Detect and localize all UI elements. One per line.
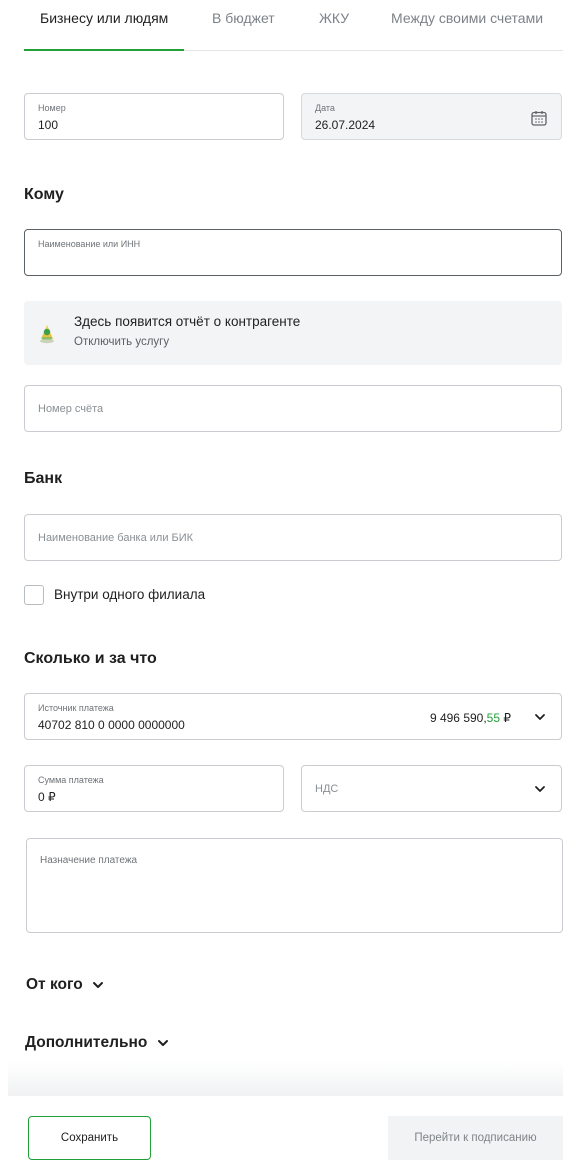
account-number-placeholder: Номер счёта [38, 402, 104, 415]
payment-section-title: Сколько и за что [24, 650, 157, 667]
tab-budget[interactable]: В бюджет [212, 10, 275, 26]
disable-service-link[interactable]: Отключить услугу [74, 336, 169, 348]
recipient-name-inn-field[interactable]: Наименование или ИНН [24, 229, 562, 276]
bank-name-bik-placeholder: Наименование банка или БИК [38, 531, 194, 544]
counterparty-report-banner: Здесь появится отчёт о контрагенте Отклю… [24, 301, 562, 365]
from-whom-toggle[interactable]: От кого [26, 976, 105, 994]
counterparty-report-icon [40, 325, 54, 344]
balance-main: 9 496 590, [429, 711, 487, 725]
tab-own-accounts[interactable]: Между своими счетами [391, 10, 543, 26]
document-date-field[interactable]: Дата 26.07.2024 [301, 93, 562, 140]
document-number-field[interactable]: Номер 100 [24, 93, 284, 140]
recipient-name-inn-label: Наименование или ИНН [38, 239, 141, 249]
tab-business-or-people[interactable]: Бизнесу или людям [40, 10, 168, 26]
vat-placeholder: НДС [315, 782, 339, 795]
balance-currency: ₽ [500, 711, 511, 725]
same-branch-checkbox[interactable] [24, 585, 44, 605]
account-balance: 9 496 590,55 ₽ [430, 711, 511, 725]
go-to-signing-button[interactable]: Перейти к подписанию [388, 1116, 563, 1160]
chevron-down-icon[interactable] [533, 782, 547, 796]
counterparty-report-title: Здесь появится отчёт о контрагенте [74, 314, 301, 329]
payment-purpose-label: Назначение платежа [40, 855, 138, 866]
payment-purpose-field[interactable]: Назначение платежа [26, 838, 563, 933]
footer-shadow [8, 1060, 563, 1096]
payment-sum-value: 0 ₽ [38, 790, 56, 804]
tab-housing-utilities[interactable]: ЖКУ [319, 10, 349, 26]
save-button[interactable]: Сохранить [28, 1116, 151, 1160]
payment-source-account: 40702 810 0 0000 0000000 [38, 718, 185, 732]
document-date-value: 26.07.2024 [315, 118, 376, 132]
additional-toggle[interactable]: Дополнительно [25, 1034, 170, 1052]
from-whom-label: От кого [26, 976, 83, 993]
calendar-icon[interactable] [530, 109, 548, 127]
document-number-label: Номер [38, 103, 66, 113]
payment-type-tabs: Бизнесу или людям В бюджет ЖКУ Между сво… [0, 0, 563, 52]
bank-section-title: Банк [24, 470, 63, 487]
same-branch-label: Внутри одного филиала [54, 587, 206, 602]
bank-name-bik-field[interactable]: Наименование банка или БИК [24, 514, 562, 561]
payment-sum-label: Сумма платежа [38, 775, 104, 785]
balance-kopecks: 55 [486, 711, 501, 725]
additional-label: Дополнительно [25, 1034, 148, 1051]
document-date-label: Дата [315, 103, 335, 113]
chevron-down-icon [157, 1039, 168, 1046]
chevron-down-icon[interactable] [533, 710, 547, 724]
payment-source-select[interactable]: Источник платежа 40702 810 0 0000 000000… [24, 693, 562, 740]
payment-source-label: Источник платежа [38, 703, 114, 713]
account-number-field[interactable]: Номер счёта [24, 385, 562, 432]
chevron-down-icon [93, 981, 104, 988]
payment-sum-field[interactable]: Сумма платежа 0 ₽ [24, 765, 284, 812]
active-tab-indicator [24, 49, 184, 51]
document-number-value: 100 [38, 118, 59, 132]
recipient-section-title: Кому [24, 186, 64, 203]
vat-select[interactable]: НДС [301, 765, 562, 812]
